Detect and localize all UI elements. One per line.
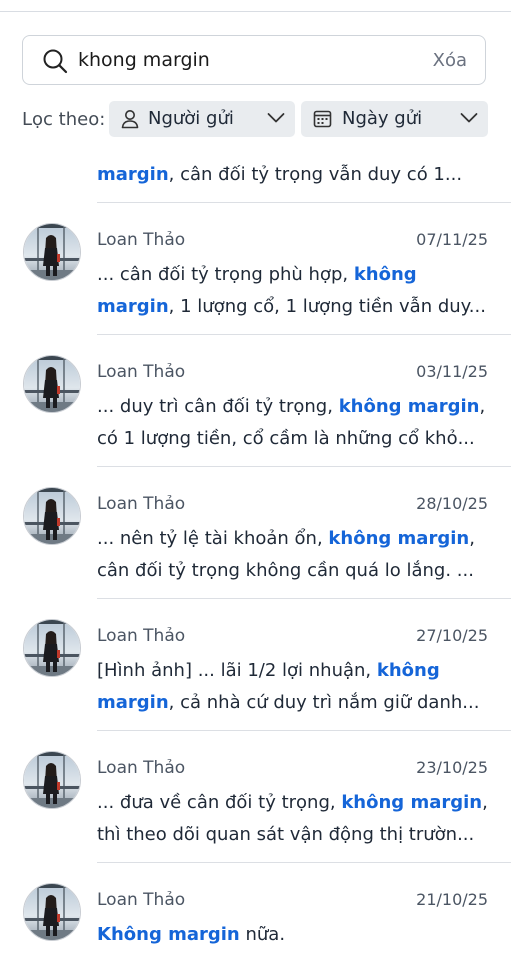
avatar-image	[24, 224, 80, 280]
date-filter-label: Ngày gửi	[342, 108, 423, 129]
message-snippet: ... nên tỷ lệ tài khoản ổn, không margin…	[97, 523, 490, 587]
snippet-text: ,	[482, 792, 488, 813]
search-result-item[interactable]: Loan Thảo 23/10/25 ... đưa về cân đối tỷ t…	[0, 731, 511, 863]
snippet-text: , cân đối tỷ trọng vẫn duy có 1...	[168, 164, 463, 185]
avatar	[23, 883, 81, 941]
search-result-item[interactable]: Loan Thảo 27/10/25 [Hình ảnh] ... lãi 1/2 …	[0, 599, 511, 731]
filter-label: Lọc theo:	[22, 109, 106, 130]
snippet-text: , cả nhà cứ duy trì nắm giữ danh...	[168, 692, 480, 713]
snippet-text: ... đưa về cân đối tỷ trọng,	[97, 792, 342, 813]
message-date: 21/10/25	[416, 890, 488, 909]
calendar-icon	[313, 110, 332, 128]
avatar	[23, 751, 81, 809]
search-highlight: không margin	[338, 396, 480, 417]
message-snippet: ... duy trì cân đối tỷ trọng, không marg…	[97, 391, 490, 455]
snippet-line: ... đưa về cân đối tỷ trọng, không margi…	[97, 787, 490, 819]
avatar-image	[24, 752, 80, 808]
search-query[interactable]: khong margin	[78, 49, 210, 71]
snippet-text: ,	[469, 528, 475, 549]
avatar-image	[24, 356, 80, 412]
avatar	[23, 355, 81, 413]
snippet-text: [Hình ảnh] ... lãi 1/2 lợi nhuận,	[97, 660, 377, 681]
message-snippet: [Hình ảnh] ... lãi 1/2 lợi nhuận, không m…	[97, 655, 490, 719]
snippet-line: margin, 1 lượng cổ, 1 lượng tiền vẫn duy…	[97, 291, 490, 323]
snippet-line: Không margin nữa.	[97, 919, 490, 951]
search-result-item[interactable]: Loan Thảo 28/10/25 ... nên tỷ lệ tài khoản…	[0, 467, 511, 599]
search-highlight: không margin	[341, 792, 483, 813]
search-highlight: không margin	[328, 528, 470, 549]
search-highlight: Không margin	[97, 924, 240, 945]
sender-name: Loan Thảo	[97, 758, 186, 778]
search-highlight: margin	[97, 296, 169, 317]
avatar-image	[24, 620, 80, 676]
snippet-line: margin, cân đối tỷ trọng vẫn duy có 1...	[97, 164, 462, 185]
avatar	[23, 619, 81, 677]
sender-name: Loan Thảo	[97, 230, 186, 250]
search-icon	[43, 49, 68, 74]
snippet-line: cân đối tỷ trọng không cần quá lo lắng. …	[97, 555, 490, 587]
snippet-text: cân đối tỷ trọng không cần quá lo lắng. …	[97, 560, 474, 581]
message-date: 03/11/25	[416, 362, 488, 381]
search-highlight: không	[353, 264, 417, 285]
search-result-item[interactable]: Loan Thảo 07/11/25 ... cân đối tỷ trọng ph…	[0, 203, 511, 335]
filter-bar: Lọc theo: Người gửi Ngày gửi	[22, 101, 488, 137]
partial-result-snippet[interactable]: margin, cân đối tỷ trọng vẫn duy có 1...	[97, 159, 462, 190]
clear-button[interactable]: Xóa	[433, 50, 467, 71]
message-snippet: Không margin nữa.	[97, 919, 490, 951]
message-snippet: ... cân đối tỷ trọng phù hợp, không margi…	[97, 259, 490, 323]
snippet-line: margin, cả nhà cứ duy trì nắm giữ danh..…	[97, 687, 490, 719]
message-date: 28/10/25	[416, 494, 488, 513]
top-divider	[0, 11, 511, 12]
snippet-line: thì theo dõi quan sát vận động thị trườn…	[97, 819, 490, 851]
snippet-text: có 1 lượng tiền, cổ cầm là những cổ khỏ.…	[97, 428, 475, 449]
message-snippet: ... đưa về cân đối tỷ trọng, không margi…	[97, 787, 490, 851]
snippet-text: ... duy trì cân đối tỷ trọng,	[97, 396, 339, 417]
snippet-text: ... nên tỷ lệ tài khoản ổn,	[97, 528, 329, 549]
message-date: 23/10/25	[416, 758, 488, 777]
avatar	[23, 487, 81, 545]
snippet-text: nữa.	[239, 924, 286, 945]
avatar	[23, 223, 81, 281]
avatar-image	[24, 884, 80, 940]
sender-name: Loan Thảo	[97, 626, 186, 646]
snippet-line: ... cân đối tỷ trọng phù hợp, không	[97, 259, 490, 291]
chevron-down-icon	[267, 113, 285, 123]
search-highlight: không	[376, 660, 440, 681]
snippet-text: thì theo dõi quan sát vận động thị trườn…	[97, 824, 475, 845]
snippet-text: , 1 lượng cổ, 1 lượng tiền vẫn duy...	[168, 296, 486, 317]
snippet-line: có 1 lượng tiền, cổ cầm là những cổ khỏ.…	[97, 423, 490, 455]
snippet-line: ... duy trì cân đối tỷ trọng, không marg…	[97, 391, 490, 423]
snippet-text: ... cân đối tỷ trọng phù hợp,	[97, 264, 354, 285]
sender-filter-label: Người gửi	[148, 108, 234, 129]
snippet-line: [Hình ảnh] ... lãi 1/2 lợi nhuận, không	[97, 655, 490, 687]
sender-name: Loan Thảo	[97, 494, 186, 514]
avatar-image	[24, 488, 80, 544]
search-highlight: margin	[97, 692, 169, 713]
search-result-item[interactable]: Loan Thảo 21/10/25 Không margin nữa.	[0, 863, 511, 964]
sender-filter-dropdown[interactable]: Người gửi	[109, 101, 295, 137]
search-result-item[interactable]: Loan Thảo 03/11/25 ... duy trì cân đối tỷ …	[0, 335, 511, 467]
person-icon	[121, 110, 139, 129]
search-input[interactable]: khong margin Xóa	[22, 35, 486, 85]
search-highlight: margin	[97, 164, 169, 185]
sender-name: Loan Thảo	[97, 890, 186, 910]
chevron-down-icon	[460, 113, 478, 123]
message-date: 07/11/25	[416, 230, 488, 249]
snippet-text: ,	[479, 396, 486, 417]
date-filter-dropdown[interactable]: Ngày gửi	[301, 101, 488, 137]
sender-name: Loan Thảo	[97, 362, 186, 382]
snippet-line: ... nên tỷ lệ tài khoản ổn, không margin…	[97, 523, 490, 555]
message-date: 27/10/25	[416, 626, 488, 645]
search-results-list[interactable]: margin, cân đối tỷ trọng vẫn duy có 1...…	[0, 137, 511, 964]
